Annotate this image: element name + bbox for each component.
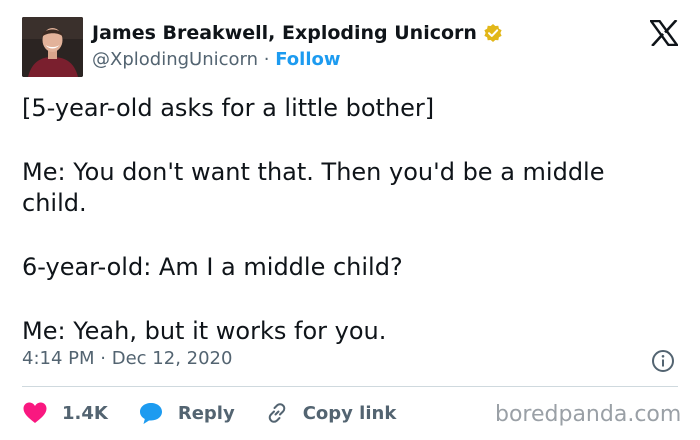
reply-bubble-icon — [139, 403, 162, 424]
tweet-line: [5-year-old asks for a little bother] — [22, 94, 435, 122]
tweet-time: 4:14 PM — [22, 348, 95, 369]
tweet-date: Dec 12, 2020 — [111, 348, 233, 369]
tweet-line: Me: Yeah, but it works for you. — [22, 317, 387, 345]
tweet-text: [5-year-old asks for a little bother] Me… — [22, 93, 672, 380]
info-icon[interactable] — [651, 349, 675, 373]
like-button[interactable]: 1.4K — [22, 401, 108, 425]
link-icon — [268, 403, 285, 423]
verified-badge-icon — [483, 23, 503, 43]
handle-line: @XplodingUnicorn · Follow — [92, 49, 341, 70]
heart-icon — [23, 402, 47, 423]
avatar[interactable] — [22, 17, 83, 77]
copy-link-button[interactable]: Copy link — [265, 401, 397, 425]
author-handle[interactable]: @XplodingUnicorn — [92, 49, 258, 70]
x-logo-icon[interactable] — [648, 19, 680, 47]
follow-button[interactable]: Follow — [275, 49, 340, 70]
tweet-line: Me: You don't want that. Then you'd be a… — [22, 158, 605, 217]
reply-button[interactable]: Reply — [138, 401, 235, 425]
timestamp[interactable]: 4:14 PM · Dec 12, 2020 — [22, 348, 232, 369]
action-bar: 1.4K Reply Copy link — [22, 398, 426, 428]
copy-link-label: Copy link — [302, 402, 397, 424]
separator-dot: · — [263, 49, 270, 70]
divider — [22, 386, 678, 387]
reply-label: Reply — [177, 402, 235, 424]
watermark-logo: boredpanda.com — [495, 402, 682, 427]
separator-dot: · — [100, 348, 106, 369]
like-count: 1.4K — [62, 402, 108, 424]
tweet-line: 6-year-old: Am I a middle child? — [22, 253, 403, 281]
author-name-text[interactable]: James Breakwell, Exploding Unicorn — [92, 22, 477, 44]
author-name[interactable]: James Breakwell, Exploding Unicorn — [92, 22, 503, 44]
